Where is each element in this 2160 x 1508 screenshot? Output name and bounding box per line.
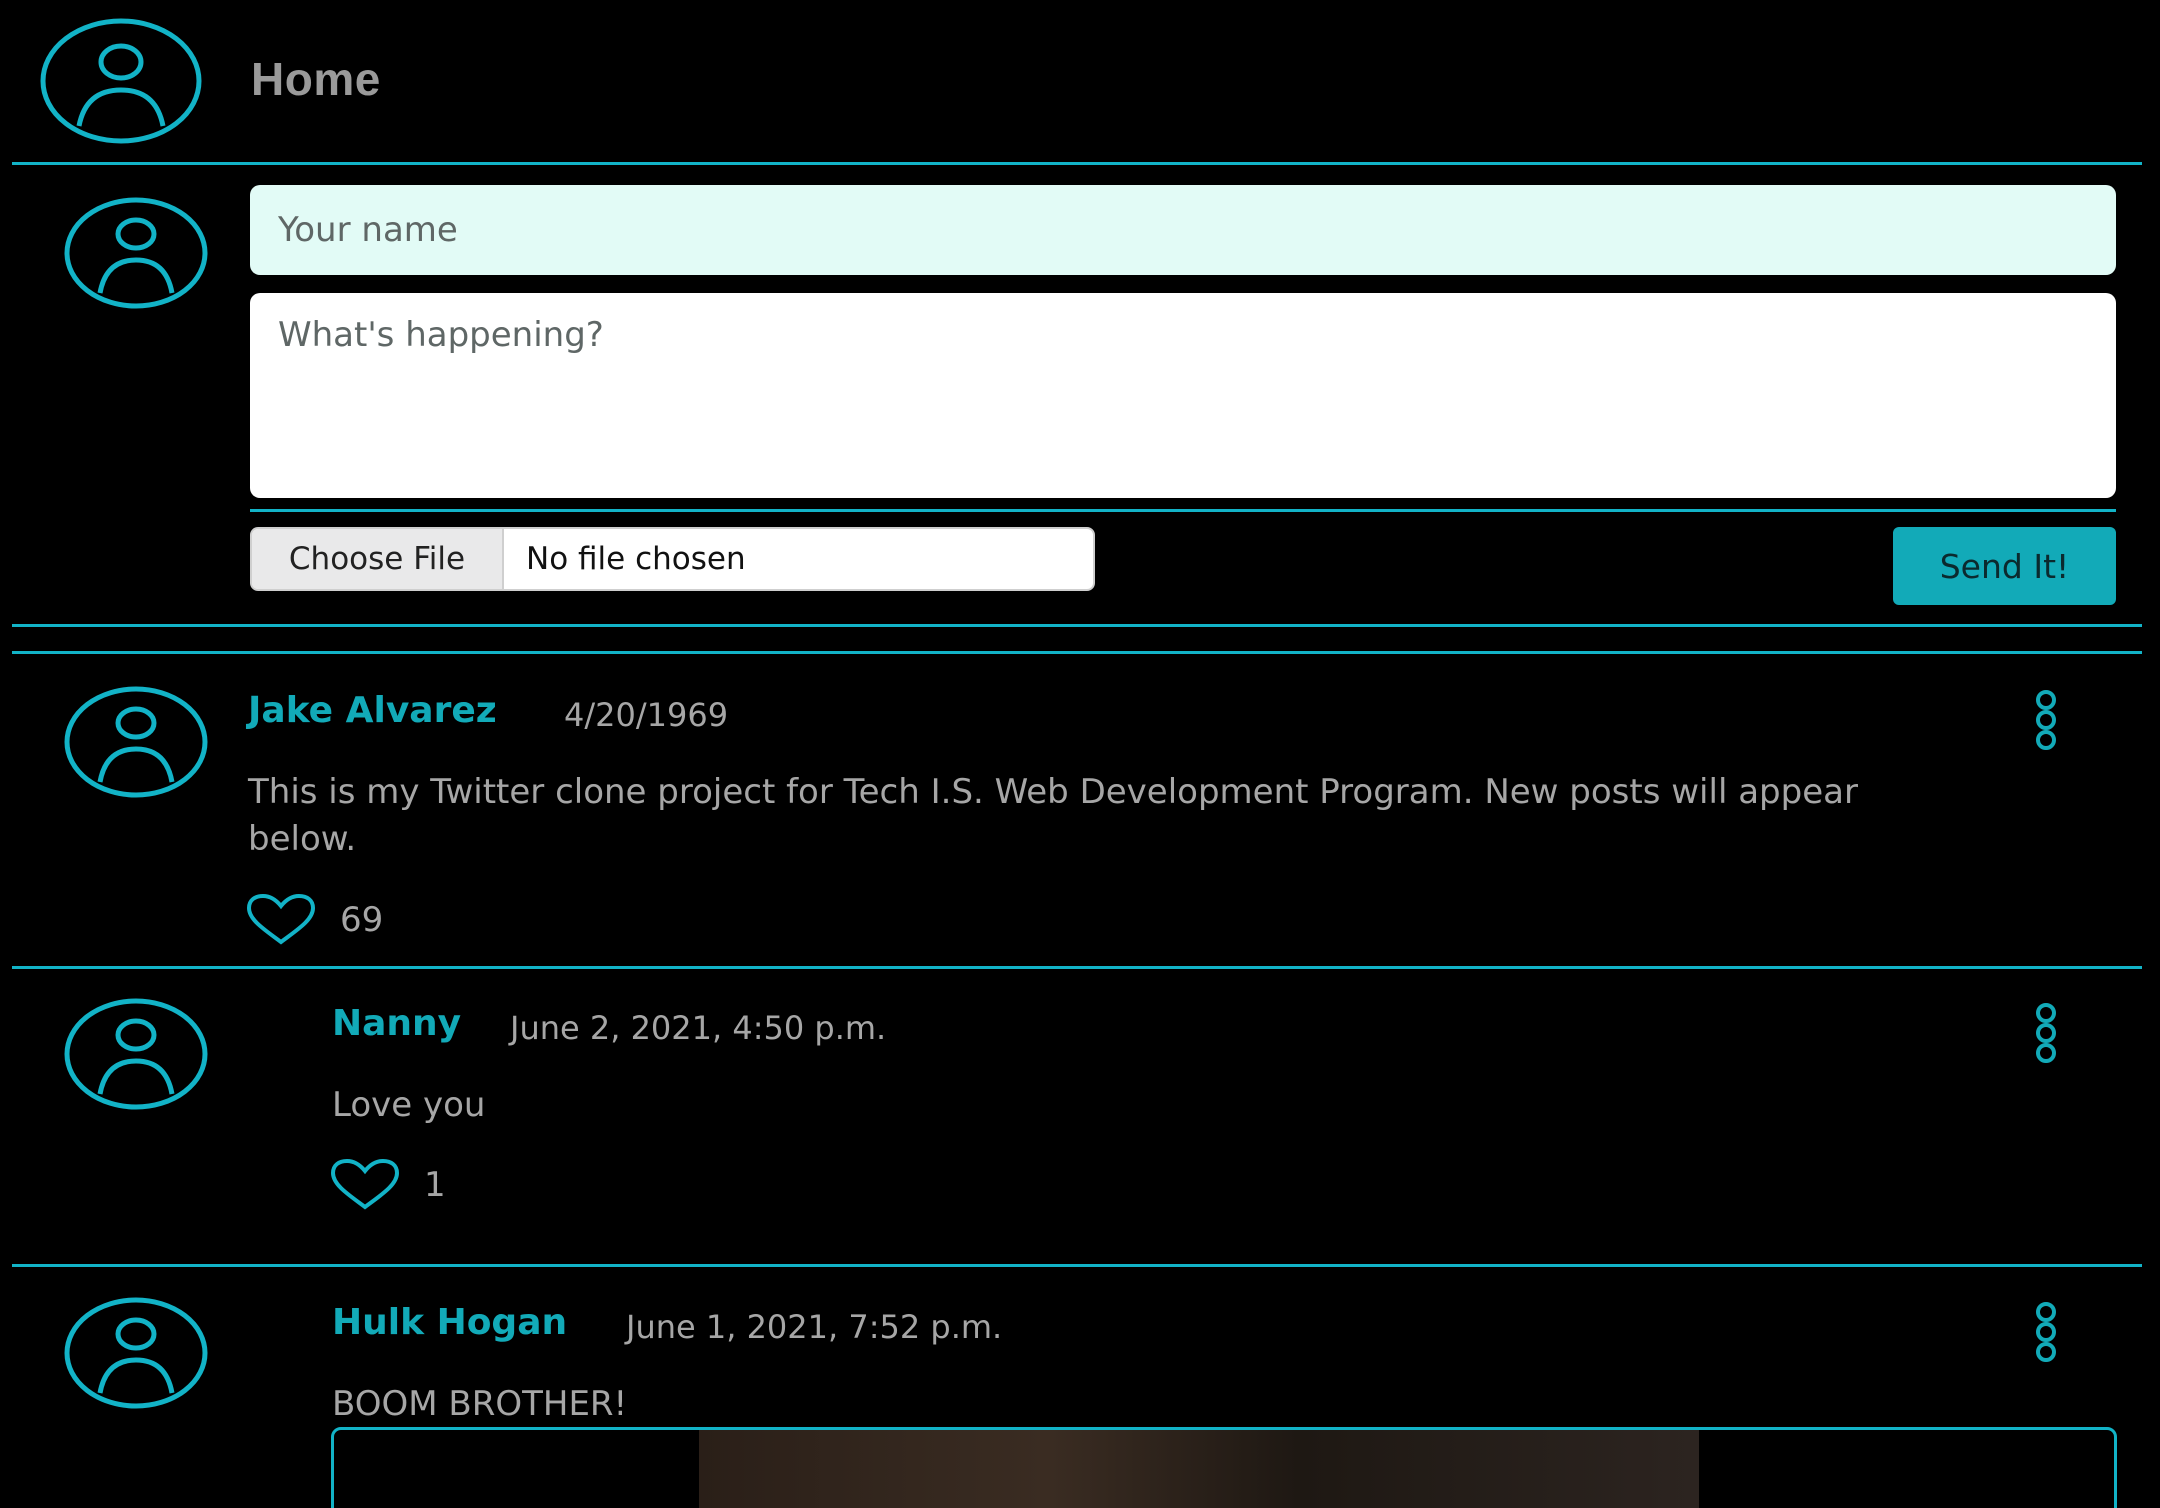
send-button[interactable]: Send It! — [1893, 527, 2116, 605]
file-status: No file chosen — [526, 541, 746, 577]
post-image[interactable] — [699, 1430, 1699, 1508]
divider — [12, 1264, 2142, 1267]
like-count: 1 — [424, 1165, 446, 1205]
post-avatar-icon[interactable] — [62, 684, 210, 800]
header: Home — [12, 0, 2142, 165]
post-date: 4/20/1969 — [564, 696, 729, 734]
user-avatar-icon[interactable] — [36, 16, 206, 146]
post-text: Love you — [332, 1085, 486, 1125]
divider — [12, 624, 2142, 627]
more-options-icon[interactable] — [2031, 1003, 2061, 1063]
post-date: June 1, 2021, 7:52 p.m. — [626, 1308, 1003, 1346]
composer-divider — [250, 509, 2116, 512]
file-picker[interactable]: Choose File No file chosen — [250, 527, 1095, 591]
post-image-frame[interactable] — [331, 1427, 2117, 1508]
divider — [12, 651, 2142, 654]
name-input[interactable] — [250, 185, 2116, 275]
post-textarea[interactable] — [250, 293, 2116, 498]
like-count: 69 — [340, 900, 384, 940]
heart-icon[interactable] — [329, 1159, 401, 1211]
post-author[interactable]: Jake Alvarez — [248, 690, 497, 731]
more-options-icon[interactable] — [2031, 690, 2061, 750]
post-text-line: This is my Twitter clone project for Tec… — [248, 772, 1858, 812]
post-author[interactable]: Hulk Hogan — [332, 1302, 567, 1343]
post-date: June 2, 2021, 4:50 p.m. — [510, 1009, 887, 1047]
divider — [12, 966, 2142, 969]
post-author[interactable]: Nanny — [332, 1003, 461, 1044]
post-avatar-icon[interactable] — [62, 1295, 210, 1411]
page-title: Home — [251, 53, 381, 105]
post-avatar-icon[interactable] — [62, 996, 210, 1112]
choose-file-button[interactable]: Choose File — [252, 529, 504, 589]
composer-avatar-icon — [64, 197, 208, 309]
post-text-line: below. — [248, 819, 357, 859]
page: Home Choose File No file chosen Send It!… — [0, 0, 2160, 1508]
heart-icon[interactable] — [245, 894, 317, 946]
post-text: BOOM BROTHER! — [332, 1384, 628, 1424]
more-options-icon[interactable] — [2031, 1302, 2061, 1362]
